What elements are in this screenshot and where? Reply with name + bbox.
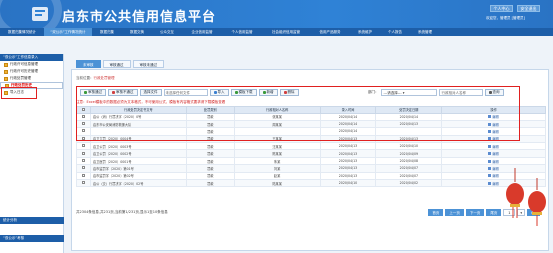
- nav-item[interactable]: 社会组织信用监管: [262, 28, 310, 36]
- sidebar-statistics[interactable]: 统计分析: [0, 217, 64, 224]
- table-cell: 陆某某: [233, 178, 321, 188]
- nav-item-active[interactable]: “双公示”工作情况统计: [44, 28, 92, 36]
- nav-item[interactable]: 个人信用监管: [222, 28, 262, 36]
- next-page-button[interactable]: 下一页: [465, 209, 485, 216]
- sidebar-item-permit-history[interactable]: 行政许可历史管理: [0, 68, 63, 75]
- nav-item[interactable]: 系统管理: [410, 28, 440, 36]
- table-cell: 刘某: [233, 164, 321, 173]
- sidebar-highlight-box: [1, 87, 37, 99]
- sidebar-header[interactable]: “双公示”工作信息录入: [0, 54, 63, 61]
- table-cell: 启卫公罚〔2020〕0002号: [89, 149, 187, 158]
- table-cell: 陈某某: [233, 149, 321, 158]
- folder-icon: [4, 69, 8, 74]
- table-cell: 朱某: [233, 156, 321, 166]
- table-cell: 罚款: [185, 164, 235, 173]
- top-banner: 启东市公共信用信息平台 个人中心 安全退出 欢迎您，管理员 [管理员]: [0, 0, 553, 28]
- page-title: 启东市公共信用信息平台: [62, 10, 217, 25]
- nav-item[interactable]: 数据归集情况统计: [0, 28, 44, 36]
- logo-icon: [32, 7, 48, 21]
- breadcrumb: 当前位置：行政处罚管理: [76, 76, 115, 80]
- table-cell: 罚款: [185, 156, 235, 166]
- folder-icon: [4, 62, 8, 67]
- table-cell: 2020/04/02: [375, 178, 443, 188]
- nav-item[interactable]: 系统维护: [350, 28, 380, 36]
- sidebar-item-permit[interactable]: 行政许可信息管理: [0, 61, 63, 68]
- table-cell: 罚款: [185, 171, 235, 181]
- table-cell: 2020/04/13: [319, 164, 377, 173]
- personal-center-button[interactable]: 个人中心: [490, 5, 513, 12]
- table-row: 启市监罚字〔2020〕第02号 罚款 赵某 2020/04/13 2020/04/07 编…: [76, 171, 546, 181]
- row-checkbox[interactable]: [76, 149, 91, 158]
- pencil-icon: [488, 152, 492, 156]
- row-checkbox[interactable]: [76, 142, 91, 151]
- pencil-icon: [488, 144, 492, 148]
- row-checkbox[interactable]: [76, 156, 91, 166]
- table-cell: 2020/04/13: [319, 171, 377, 181]
- nav-item[interactable]: 个人报告: [380, 28, 410, 36]
- table-cell: 启市监罚字〔2020〕第02号: [89, 171, 187, 181]
- row-checkbox[interactable]: [76, 178, 91, 188]
- logout-button[interactable]: 安全退出: [517, 5, 540, 12]
- nav-item[interactable]: 公众交互: [152, 28, 182, 36]
- main-nav: 数据归集情况统计 “双公示”工作情况统计 数据归集 数据交换 公众交互 企业信用…: [0, 28, 553, 36]
- edit-action[interactable]: 编辑: [441, 156, 546, 166]
- edit-action[interactable]: 编辑: [441, 142, 546, 151]
- table-cell: 2020/04/07: [375, 171, 443, 181]
- table-cell: 2020/04/13: [319, 149, 377, 158]
- table-cell: 罚款: [185, 142, 235, 151]
- pencil-icon: [488, 166, 492, 170]
- table-highlight-box: [76, 86, 520, 141]
- pencil-icon: [488, 174, 492, 178]
- table-cell: 启卫医罚〔2020〕0001号: [89, 156, 187, 166]
- table-cell: 2020/04/07: [375, 164, 443, 173]
- nav-item[interactable]: 信用产品服务: [310, 28, 350, 36]
- table-cell: 汪某某: [233, 142, 321, 151]
- table-cell: 启公（交）行罚决字〔2020〕02号: [89, 178, 187, 188]
- tab-approved[interactable]: 审核通过: [102, 60, 131, 68]
- sidebar-assessment[interactable]: “双公示”考核: [0, 235, 64, 242]
- table-row: 启公（交）行罚决字〔2020〕02号 罚款 陆某某 2020/04/10 2020/04…: [76, 178, 546, 188]
- status-tabs: 未审核 审核通过 审核未通过: [76, 60, 164, 68]
- pencil-icon: [488, 181, 492, 185]
- tab-unreviewed[interactable]: 未审核: [76, 60, 101, 68]
- table-row: 启市监罚字〔2020〕第01号 罚款 刘某 2020/04/13 2020/04/07 编…: [76, 164, 546, 173]
- tab-rejected[interactable]: 审核未通过: [132, 60, 164, 68]
- prev-page-button[interactable]: 上一页: [445, 209, 464, 216]
- row-checkbox[interactable]: [76, 164, 91, 173]
- table-cell: 罚款: [185, 149, 235, 158]
- table-cell: 2020/04/13: [319, 156, 377, 166]
- welcome-text: 欢迎您，管理员 [管理员]: [486, 16, 525, 20]
- nav-item[interactable]: 数据交换: [122, 28, 152, 36]
- table-cell: 启卫公罚〔2020〕0003号: [89, 142, 187, 151]
- table-cell: 2020/04/10: [319, 178, 377, 188]
- edit-action[interactable]: 编辑: [441, 149, 546, 158]
- sidebar-item-penalty[interactable]: 行政处罚管理: [0, 75, 63, 82]
- table-row: 启卫公罚〔2020〕0003号 罚款 汪某某 2020/04/13 2020/04/10…: [76, 142, 546, 151]
- table-row: 启卫公罚〔2020〕0002号 罚款 陈某某 2020/04/13 2020/04/09…: [76, 149, 546, 158]
- table-row: 启卫医罚〔2020〕0001号 罚款 朱某 2020/04/13 2020/04/08 编…: [76, 156, 546, 166]
- table-cell: 2020/04/10: [375, 142, 443, 151]
- table-cell: 罚款: [185, 178, 235, 188]
- nav-item[interactable]: 企业信用监管: [182, 28, 222, 36]
- folder-icon: [4, 76, 8, 81]
- table-cell: 赵某: [233, 171, 321, 181]
- nav-item[interactable]: 数据归集: [92, 28, 122, 36]
- lantern-icon: [528, 178, 546, 226]
- table-cell: 2020/04/09: [375, 149, 443, 158]
- pagination-summary: 共2304条信息,共231页,当前第1/231页,显示1至10条信息: [76, 210, 168, 214]
- first-page-button[interactable]: 首页: [428, 209, 444, 216]
- row-checkbox[interactable]: [76, 171, 91, 181]
- table-cell: 2020/04/08: [375, 156, 443, 166]
- table-cell: 启市监罚字〔2020〕第01号: [89, 164, 187, 173]
- sidebar: “双公示”工作信息录入 行政许可信息管理 行政许可历史管理 行政处罚管理 行政处…: [0, 54, 64, 253]
- pencil-icon: [488, 159, 492, 163]
- table-cell: 2020/04/13: [319, 142, 377, 151]
